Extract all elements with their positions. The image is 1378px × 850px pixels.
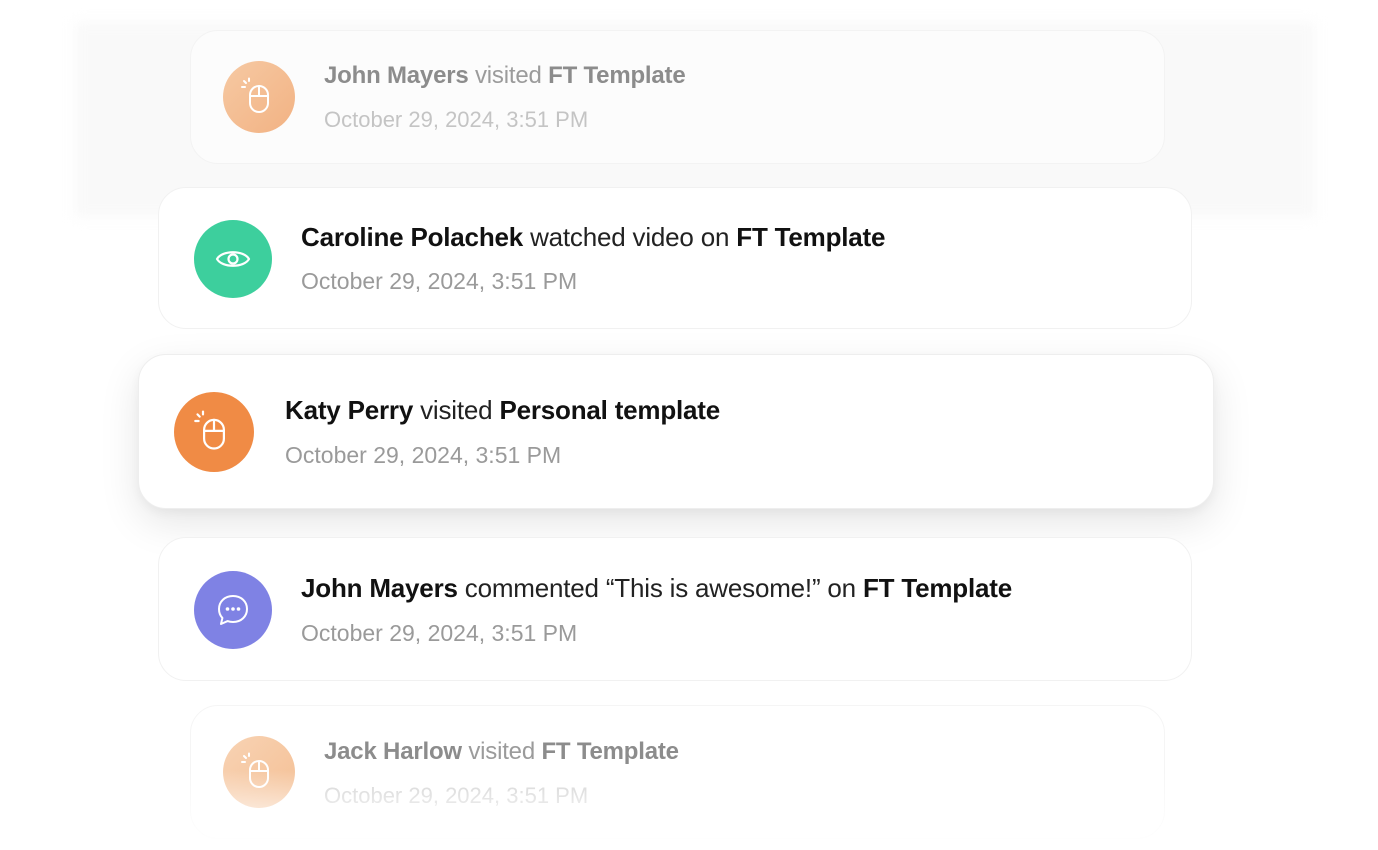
activity-title: Jack Harlow visited FT Template [324, 738, 679, 766]
actor-name[interactable]: John Mayers [301, 573, 458, 603]
actor-name[interactable]: Katy Perry [285, 395, 413, 425]
actor-name[interactable]: Caroline Polachek [301, 222, 523, 252]
activity-title: Katy Perry visited Personal template [285, 395, 720, 426]
activity-timestamp: October 29, 2024, 3:51 PM [324, 783, 589, 808]
target-name[interactable]: FT Template [541, 738, 679, 765]
target-name[interactable]: FT Template [548, 62, 686, 89]
eye-icon [194, 220, 272, 298]
chat-bubble-icon [194, 571, 272, 649]
target-name[interactable]: Personal template [499, 395, 720, 425]
actor-name[interactable]: Jack Harlow [324, 738, 462, 765]
activity-timestamp: October 29, 2024, 3:51 PM [301, 268, 578, 294]
activity-timestamp: October 29, 2024, 3:51 PM [285, 442, 562, 468]
activity-title: John Mayers commented “This is awesome!”… [301, 573, 1012, 604]
activity-timestamp: October 29, 2024, 3:51 PM [324, 107, 589, 132]
activity-title: Caroline Polachek watched video on FT Te… [301, 222, 885, 253]
activity-item[interactable]: Katy Perry visited Personal template Oct… [138, 354, 1214, 509]
activity-timestamp: October 29, 2024, 3:51 PM [301, 620, 578, 646]
activity-action: commented “This is awesome!” on [464, 573, 856, 603]
activity-action: visited [420, 395, 493, 425]
activity-action: visited [475, 62, 542, 89]
activity-item[interactable]: John Mayers commented “This is awesome!”… [158, 537, 1192, 681]
activity-title: John Mayers visited FT Template [324, 62, 686, 90]
activity-action: visited [468, 738, 535, 765]
activity-item[interactable]: Caroline Polachek watched video on FT Te… [158, 187, 1192, 329]
activity-item[interactable]: Jack Harlow visited FT Template October … [190, 705, 1165, 839]
mouse-click-icon [174, 392, 254, 472]
activity-action: watched video on [530, 222, 730, 252]
mouse-click-icon [223, 61, 295, 133]
target-name[interactable]: FT Template [736, 222, 885, 252]
actor-name[interactable]: John Mayers [324, 62, 469, 89]
target-name[interactable]: FT Template [863, 573, 1012, 603]
mouse-click-icon [223, 736, 295, 808]
activity-item[interactable]: John Mayers visited FT Template October … [190, 30, 1165, 164]
activity-feed: John Mayers visited FT Template October … [0, 0, 1378, 850]
